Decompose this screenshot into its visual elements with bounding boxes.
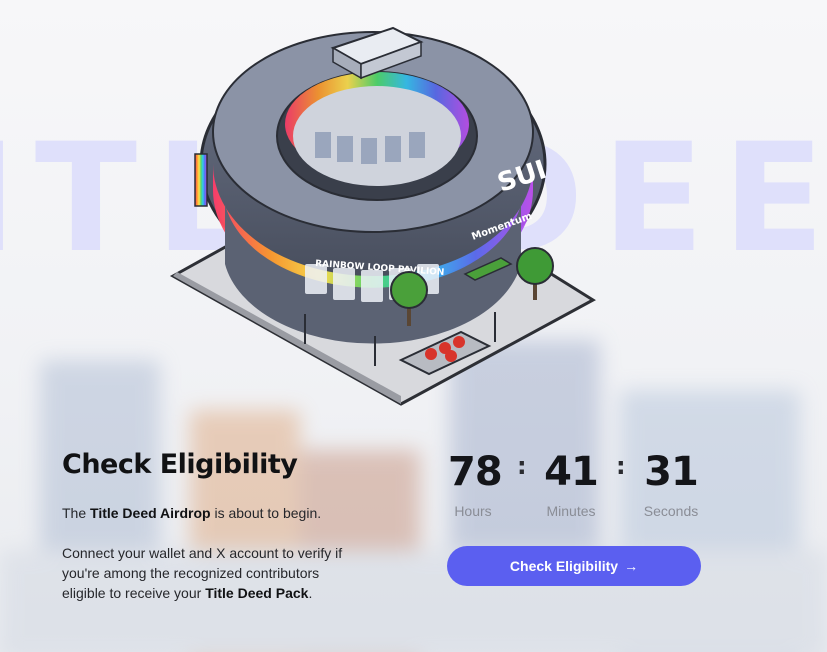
seconds-value: 31: [644, 449, 699, 495]
countdown-seconds: 31 Seconds: [641, 446, 701, 519]
check-eligibility-button[interactable]: Check Eligibility →: [447, 546, 701, 586]
arrow-right-icon: →: [624, 558, 639, 574]
countdown-hours: 78 Hours: [448, 446, 503, 519]
hours-label: Hours: [454, 503, 492, 519]
instructions-text: Connect your wallet and X account to ver…: [62, 545, 343, 601]
eligibility-info: Check Eligibility The Title Deed Airdrop…: [62, 446, 392, 603]
countdown-separator: :: [616, 452, 626, 480]
minutes-value: 41: [544, 449, 599, 495]
countdown-separator: :: [517, 452, 527, 480]
landing-page: TITLE DEED: [0, 0, 827, 652]
page-title: Check Eligibility: [62, 449, 298, 480]
rainbow-loop-pavilion-illustration: SUI Momentum RAINBOW LOOP PAVILION: [169, 26, 596, 406]
countdown-timer: 78 Hours : 41 Minutes : 31 Seconds: [446, 446, 702, 526]
countdown-minutes: 41 Minutes: [541, 446, 601, 519]
intro-text: The Title Deed Airdrop is about to begin…: [62, 505, 322, 521]
minutes-label: Minutes: [546, 503, 596, 519]
pack-name: Title Deed Pack: [205, 585, 309, 601]
seconds-label: Seconds: [643, 503, 699, 519]
check-eligibility-label: Check Eligibility: [509, 558, 619, 574]
airdrop-name: Title Deed Airdrop: [90, 505, 211, 521]
hours-value: 78: [448, 449, 503, 495]
